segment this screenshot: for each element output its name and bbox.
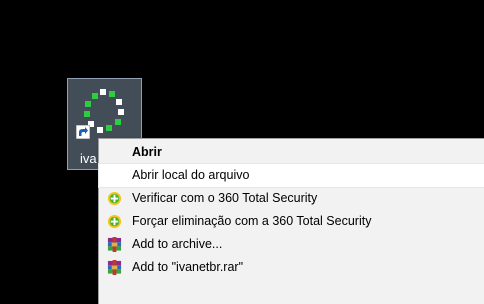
shortcut-arrow-icon: [76, 125, 90, 139]
menu-item-add-to-rar[interactable]: Add to "ivanetbr.rar": [99, 256, 484, 279]
menu-item-add-archive[interactable]: Add to archive...: [99, 233, 484, 256]
360-total-security-icon: [107, 191, 122, 206]
winrar-icon: [107, 237, 122, 252]
desktop: iva Abrir Abrir local do arquivo Verific…: [0, 0, 484, 304]
menu-item-abrir[interactable]: Abrir: [99, 141, 484, 164]
shortcut-label: iva: [80, 151, 97, 166]
menu-item-label: Verificar com o 360 Total Security: [132, 191, 318, 205]
menu-item-label: Abrir local do arquivo: [132, 168, 250, 182]
menu-item-verificar-360[interactable]: Verificar com o 360 Total Security: [99, 187, 484, 210]
menu-item-label: Add to archive...: [132, 237, 223, 251]
menu-item-abrir-local[interactable]: Abrir local do arquivo: [98, 163, 484, 188]
360-total-security-icon: [107, 214, 122, 229]
winrar-icon: [107, 260, 122, 275]
menu-item-forcar-360[interactable]: Forçar eliminação com a 360 Total Securi…: [99, 210, 484, 233]
menu-item-label: Forçar eliminação com a 360 Total Securi…: [132, 214, 372, 228]
context-menu: Abrir Abrir local do arquivo Verificar c…: [98, 138, 484, 304]
menu-item-label: Abrir: [132, 145, 162, 159]
menu-item-label: Add to "ivanetbr.rar": [132, 260, 244, 274]
